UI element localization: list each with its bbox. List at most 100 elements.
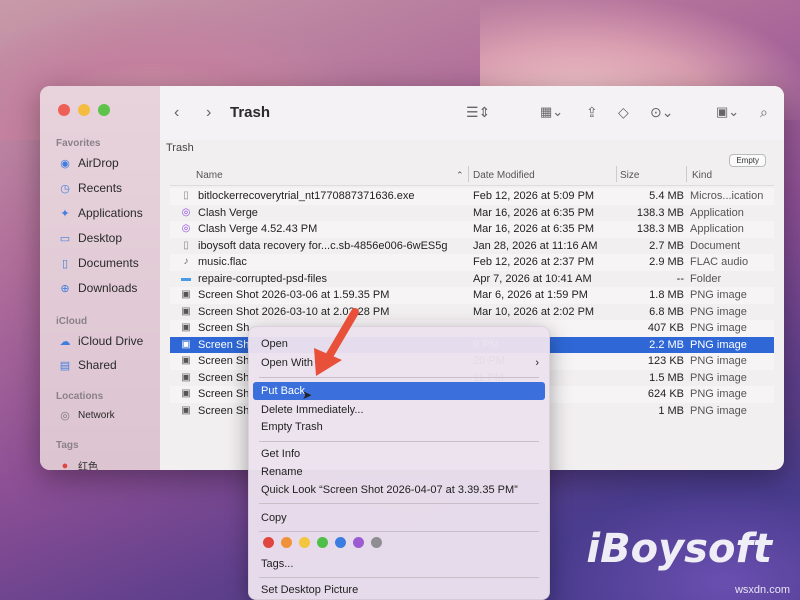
app-icon: ◎ [181,223,191,234]
tag-color-dot[interactable] [299,537,310,548]
menu-item-open-with[interactable]: Open With › [249,354,549,372]
file-kind: PNG image [690,322,747,334]
menu-item-tags[interactable]: Tags... [249,555,549,573]
sidebar-item-label: Shared [78,358,117,372]
tag-color-dot[interactable] [353,537,364,548]
tag-icon[interactable]: ◇ [618,104,629,121]
sidebar-section-icloud: iCloud [56,316,88,327]
image-icon: ▣ [181,355,191,366]
list-view-icon[interactable]: ☰⇕ [466,104,490,121]
table-row[interactable]: ◎ Clash Verge Mar 16, 2026 at 6:35 PM 138.3… [170,205,774,222]
sidebar: Favorites ◉ AirDrop ◷ Recents ✦ Applicat… [40,86,160,470]
column-divider[interactable] [468,166,469,182]
column-header-size[interactable]: Size [620,170,639,181]
sidebar-item-label: Network [78,409,115,421]
file-size: 1 MB [658,404,684,417]
context-menu: Open Open With › Put Back Delete Immedia… [248,326,550,600]
column-header-name[interactable]: Name [196,170,223,181]
share-icon[interactable]: ⇪ [586,104,598,121]
column-header-kind[interactable]: Kind [692,170,712,181]
file-size: 1.8 MB [649,289,684,301]
more-actions-icon[interactable]: ⊙⌄ [650,104,673,121]
brand-watermark: iBoysoft [586,526,772,572]
file-name: Screen Sh [198,388,250,400]
sidebar-item-red-tag[interactable]: ● 红色 [58,458,98,471]
group-view-icon[interactable]: ▦⌄ [540,104,563,120]
file-name: iboysoft data recovery for...c.sb-4856e0… [198,239,448,252]
menu-item-put-back[interactable]: Put Back [253,382,545,400]
file-kind: PNG image [690,355,747,367]
file-size: -- [676,272,684,285]
search-icon[interactable]: ⌕ [760,104,768,121]
file-date: Mar 10, 2026 at 2:02 PM [473,305,595,318]
file-size: 1.5 MB [649,371,684,384]
file-name: Screen Sh [198,371,250,384]
file-kind: Folder [690,272,722,285]
column-header-date[interactable]: Date Modified [473,170,535,181]
window-controls [58,104,110,116]
forward-chevron-icon[interactable]: › [206,104,211,122]
sort-chevron-icon[interactable]: ⌃ [456,170,464,181]
sidebar-item-shared[interactable]: ▤ Shared [58,358,117,372]
table-row[interactable]: ◎ Clash Verge 4.52.43 PM Mar 16, 2026 at 6… [170,221,774,238]
file-name: Clash Verge 4.52.43 PM [198,223,318,235]
globe-icon: ◎ [60,409,70,422]
table-row[interactable]: ▣ Screen Shot 2026-03-06 at 1.59.35 PM Mar… [170,287,774,304]
file-name: Clash Verge [198,206,258,219]
file-date: Mar 6, 2026 at 1:59 PM [473,289,588,301]
close-button[interactable] [58,104,70,116]
document-icon: ▯ [61,257,69,270]
menu-divider [259,503,539,504]
file-date: Feb 12, 2026 at 5:09 PM [473,190,595,202]
image-icon: ▣ [181,305,191,317]
sidebar-item-icloud-drive[interactable]: ☁ iCloud Drive [58,334,144,348]
sidebar-item-recents[interactable]: ◷ Recents [58,181,122,195]
file-size: 138.3 MB [636,223,684,235]
submenu-chevron-icon: › [535,357,539,369]
app-icon: ◎ [181,206,191,218]
file-name: Screen Sh [198,338,250,351]
file-name: music.flac [198,256,247,268]
table-row[interactable]: ▬ repaire-corrupted-psd-files Apr 7, 2026 … [170,271,774,288]
file-size: 138.3 MB [636,206,684,219]
menu-item-get-info[interactable]: Get Info [249,445,549,463]
sidebar-item-documents[interactable]: ▯ Documents [58,256,139,270]
table-row[interactable]: ▯ bitlockerrecoverytrial_nt1770887371636.… [170,188,774,205]
menu-item-empty-trash[interactable]: Empty Trash [249,418,549,436]
image-icon: ▣ [181,322,191,333]
sidebar-item-desktop[interactable]: ▭ Desktop [58,231,122,245]
tag-color-dot[interactable] [263,537,274,548]
pointer-action-icon[interactable]: ▣⌄ [716,104,739,120]
image-icon: ▣ [181,388,191,399]
file-name: Screen Sh [198,355,250,367]
sidebar-item-airdrop[interactable]: ◉ AirDrop [58,156,119,170]
file-name: bitlockerrecoverytrial_nt1770887371636.e… [198,190,415,202]
menu-item-delete-immediately[interactable]: Delete Immediately... [249,401,549,419]
table-row[interactable]: ▣ Screen Shot 2026-03-10 at 2.02.28 PM Mar… [170,304,774,321]
menu-item-set-desktop-picture[interactable]: Set Desktop Picture [249,581,549,599]
tag-color-dot[interactable] [371,537,382,548]
tag-color-dot[interactable] [317,537,328,548]
menu-item-open[interactable]: Open [249,335,549,353]
menu-item-copy[interactable]: Copy [249,509,549,527]
menu-item-rename[interactable]: Rename [249,463,549,481]
menu-item-label: Open With [261,357,313,369]
table-row[interactable]: ♪ music.flac Feb 12, 2026 at 2:37 PM 2.9 MB… [170,254,774,271]
tag-color-dot[interactable] [281,537,292,548]
tag-color-dot[interactable] [335,537,346,548]
zoom-button[interactable] [98,104,110,116]
sidebar-item-network[interactable]: ◎ Network [58,408,115,422]
table-row[interactable]: ▯ iboysoft data recovery for...c.sb-4856e… [170,238,774,255]
sidebar-item-applications[interactable]: ✦ Applications [58,206,142,220]
column-divider[interactable] [686,166,687,182]
minimize-button[interactable] [78,104,90,116]
file-kind: Micros...ication [690,190,764,202]
file-kind: PNG image [690,338,747,351]
sidebar-item-downloads[interactable]: ⊕ Downloads [58,281,137,295]
column-divider[interactable] [616,166,617,182]
file-size: 2.9 MB [649,256,684,268]
sidebar-item-label: Desktop [78,231,123,245]
back-chevron-icon[interactable]: ‹ [174,104,179,122]
file-name: Screen Sh [198,322,250,334]
menu-item-quick-look[interactable]: Quick Look “Screen Shot 2026-04-07 at 3.… [249,481,549,499]
